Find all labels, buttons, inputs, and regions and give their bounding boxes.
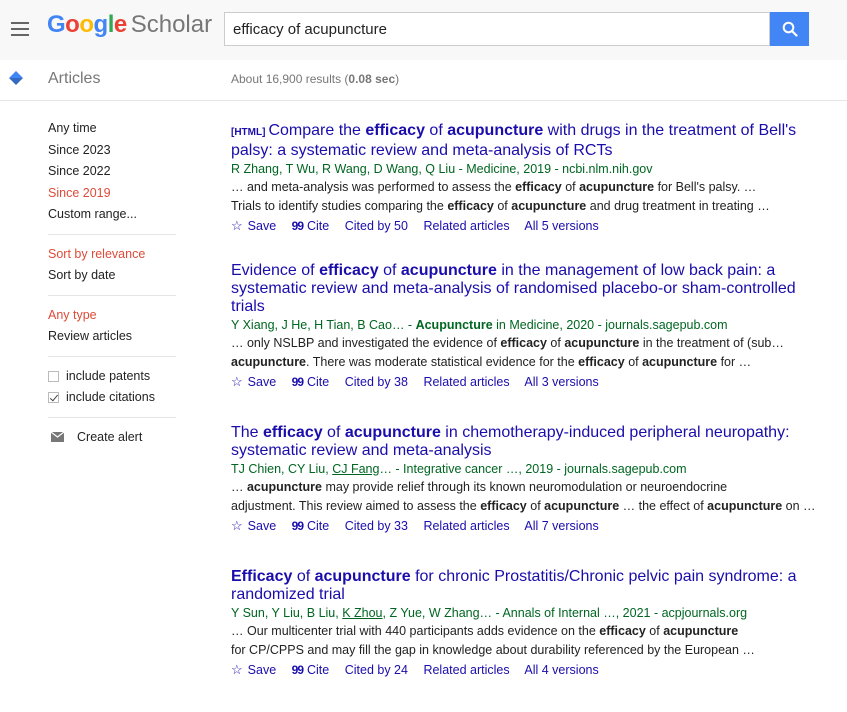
all-versions-link[interactable]: All 4 versions xyxy=(524,663,598,677)
quote-icon: 99 xyxy=(291,663,304,677)
result-actions: ☆ Save 99 Cite Cited by 24 Related article… xyxy=(231,660,831,680)
result-snippet-line: … Our multicenter trial with 440 partici… xyxy=(231,624,739,638)
results-count: About 16,900 results (0.08 sec) xyxy=(231,72,399,86)
results-count-suffix: ) xyxy=(395,72,400,86)
related-articles-link[interactable]: Related articles xyxy=(423,219,509,233)
result-actions: ☆ Save 99 Cite Cited by 38 Related article… xyxy=(231,372,831,392)
result-authors: R Zhang, T Wu, R Wang, D Wang, Q Liu - M… xyxy=(231,162,653,176)
cite-button[interactable]: 99 Cite xyxy=(292,663,330,677)
create-alert-label: Create alert xyxy=(77,429,143,444)
articles-icon xyxy=(9,71,23,85)
result-actions: ☆ Save 99 Cite Cited by 50 Related article… xyxy=(231,216,831,236)
format-tag[interactable]: [HTML] xyxy=(231,127,265,138)
star-icon: ☆ xyxy=(231,518,243,533)
divider xyxy=(48,233,176,235)
envelope-icon xyxy=(51,432,64,442)
result-actions: ☆ Save 99 Cite Cited by 33 Related article… xyxy=(231,516,831,536)
time-filter-group: Any time Since 2023 Since 2022 Since 201… xyxy=(48,118,176,226)
filter-any-time[interactable]: Any time xyxy=(48,118,176,140)
save-button[interactable]: ☆ Save xyxy=(231,518,276,533)
logo-wordmark: Google xyxy=(47,11,127,38)
filter-review-articles[interactable]: Review articles xyxy=(48,326,176,348)
hamburger-menu-icon[interactable] xyxy=(11,22,29,36)
quote-icon: 99 xyxy=(291,519,304,533)
related-articles-link[interactable]: Related articles xyxy=(423,375,509,389)
search-box xyxy=(224,12,770,46)
checkbox-label: include patents xyxy=(66,368,151,383)
result-title[interactable]: [HTML] Compare the efficacy of acupunctur… xyxy=(231,122,831,160)
sort-by-date[interactable]: Sort by date xyxy=(48,265,176,287)
result-snippet-line: … acupuncture may provide relief through… xyxy=(231,480,728,494)
result-title[interactable]: The efficacy of acupuncture in chemother… xyxy=(231,424,831,460)
sort-by-relevance[interactable]: Sort by relevance xyxy=(48,244,176,266)
checkbox-label: include citations xyxy=(66,390,155,404)
result-item: The efficacy of acupuncture in chemother… xyxy=(231,424,831,568)
cited-by-link[interactable]: Cited by 38 xyxy=(345,375,408,389)
include-citations-checkbox[interactable]: include citations xyxy=(48,387,176,409)
result-title[interactable]: Efficacy of acupuncture for chronic Pros… xyxy=(231,568,831,604)
search-input[interactable] xyxy=(225,13,761,45)
all-versions-link[interactable]: All 5 versions xyxy=(524,219,598,233)
top-bar: Google Scholar xyxy=(0,0,847,60)
result-snippet-line: … and meta-analysis was performed to ass… xyxy=(231,180,757,194)
cited-by-link[interactable]: Cited by 33 xyxy=(345,519,408,533)
star-icon: ☆ xyxy=(231,662,243,677)
type-filter-group: Any type Review articles xyxy=(48,305,176,348)
filter-since-2023[interactable]: Since 2023 xyxy=(48,140,176,162)
sub-header xyxy=(0,60,847,101)
author-link[interactable]: K Zhou xyxy=(342,606,382,620)
result-snippet-line: for CP/CPPS and may fill the gap in know… xyxy=(231,643,755,657)
save-button[interactable]: ☆ Save xyxy=(231,218,276,233)
result-item: Evidence of efficacy of acupuncture in t… xyxy=(231,262,831,424)
filter-custom-range[interactable]: Custom range... xyxy=(48,204,176,226)
filter-any-type[interactable]: Any type xyxy=(48,305,176,327)
star-icon: ☆ xyxy=(231,374,243,389)
checkbox-box[interactable] xyxy=(48,370,59,382)
cited-by-link[interactable]: Cited by 24 xyxy=(345,663,408,677)
divider xyxy=(48,355,176,357)
results-list: [HTML] Compare the efficacy of acupunctur… xyxy=(231,122,831,680)
result-snippet-line: acupuncture. There was moderate statisti… xyxy=(231,355,752,369)
result-snippet-line: … only NSLBP and investigated the eviden… xyxy=(231,336,784,350)
section-label[interactable]: Articles xyxy=(48,70,100,88)
related-articles-link[interactable]: Related articles xyxy=(423,519,509,533)
filter-since-2019[interactable]: Since 2019 xyxy=(48,183,176,205)
cite-button[interactable]: 99 Cite xyxy=(292,519,330,533)
cite-button[interactable]: 99 Cite xyxy=(292,219,330,233)
results-count-prefix: About 16,900 results ( xyxy=(231,72,349,86)
sort-group: Sort by relevance Sort by date xyxy=(48,244,176,287)
google-scholar-logo[interactable]: Google Scholar xyxy=(47,11,212,39)
all-versions-link[interactable]: All 3 versions xyxy=(524,375,598,389)
include-patents-checkbox[interactable]: include patents xyxy=(48,366,176,388)
author-link[interactable]: CJ Fang xyxy=(332,462,379,476)
save-button[interactable]: ☆ Save xyxy=(231,374,276,389)
all-versions-link[interactable]: All 7 versions xyxy=(524,519,598,533)
logo-product-name: Scholar xyxy=(130,11,213,38)
related-articles-link[interactable]: Related articles xyxy=(423,663,509,677)
create-alert-button[interactable]: Create alert xyxy=(48,427,176,448)
star-icon: ☆ xyxy=(231,218,243,233)
results-time: 0.08 sec xyxy=(348,72,396,86)
filter-sidebar: Any time Since 2023 Since 2022 Since 201… xyxy=(48,118,176,448)
result-item: Efficacy of acupuncture for chronic Pros… xyxy=(231,568,831,680)
filter-since-2022[interactable]: Since 2022 xyxy=(48,161,176,183)
result-snippet-line: adjustment. This review aimed to assess … xyxy=(231,499,816,513)
result-item: [HTML] Compare the efficacy of acupunctur… xyxy=(231,122,831,262)
quote-icon: 99 xyxy=(291,375,304,389)
divider xyxy=(48,416,176,418)
search-icon xyxy=(782,21,798,37)
quote-icon: 99 xyxy=(291,219,304,233)
save-button[interactable]: ☆ Save xyxy=(231,662,276,677)
result-title[interactable]: Evidence of efficacy of acupuncture in t… xyxy=(231,262,831,316)
result-authors: Y Sun, Y Liu, B Liu, K Zhou, Z Yue, W Zh… xyxy=(231,606,748,620)
search-button[interactable] xyxy=(770,12,809,46)
cite-button[interactable]: 99 Cite xyxy=(292,375,330,389)
result-authors: TJ Chien, CY Liu, CJ Fang… - Integrative… xyxy=(231,462,687,476)
divider xyxy=(48,294,176,296)
cited-by-link[interactable]: Cited by 50 xyxy=(345,219,408,233)
result-snippet-line: Trials to identify studies comparing the… xyxy=(231,199,770,213)
result-authors: Y Xiang, J He, H Tian, B Cao… - Acupunct… xyxy=(231,318,728,332)
checkbox-box[interactable] xyxy=(48,392,59,404)
